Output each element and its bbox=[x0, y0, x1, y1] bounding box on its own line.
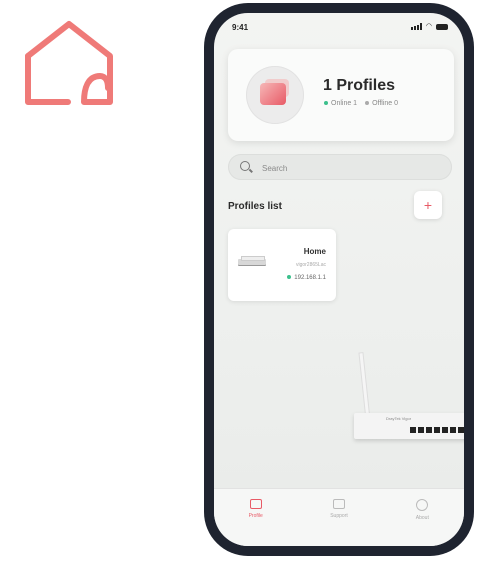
profile-status-summary: Online 1 Offline 0 bbox=[324, 100, 398, 107]
offline-status: Offline 0 bbox=[365, 100, 398, 107]
search-input[interactable] bbox=[260, 160, 434, 176]
tab-about[interactable]: About bbox=[392, 499, 452, 546]
router-ports bbox=[410, 427, 464, 433]
status-bar: 9:41 ◠ bbox=[214, 13, 464, 39]
online-dot-icon bbox=[324, 101, 328, 106]
tab-profile[interactable]: Profile bbox=[226, 499, 286, 546]
phone-frame: 9:41 ◠ 1 Profiles Online 1 Offline 0 Sea… bbox=[204, 3, 474, 556]
status-icons: ◠ bbox=[410, 23, 448, 30]
profile-device-model: vigor2865Lac bbox=[295, 262, 326, 268]
wifi-icon: ◠ bbox=[425, 23, 432, 30]
router-icon bbox=[238, 256, 266, 265]
tab-support[interactable]: Support bbox=[309, 499, 369, 546]
online-status: Online 1 bbox=[324, 100, 357, 107]
tab-label: Support bbox=[330, 513, 348, 519]
profile-summary-card: 1 Profiles Online 1 Offline 0 bbox=[228, 49, 454, 141]
phone-screen: 9:41 ◠ 1 Profiles Online 1 Offline 0 Sea… bbox=[214, 13, 464, 546]
document-icon bbox=[332, 499, 345, 509]
profiles-avatar-icon bbox=[246, 66, 304, 124]
profiles-list-title: Profiles list bbox=[228, 201, 282, 212]
signal-icon bbox=[410, 23, 422, 30]
online-dot-icon bbox=[287, 275, 292, 280]
profile-card-home[interactable]: Home vigor2865Lac 192.168.1.1 bbox=[228, 229, 336, 301]
status-time: 9:41 bbox=[232, 23, 249, 32]
antenna bbox=[359, 353, 369, 416]
folder-icon bbox=[249, 499, 262, 509]
tab-label: About bbox=[415, 515, 429, 521]
info-icon bbox=[416, 499, 429, 511]
offline-dot-icon bbox=[365, 101, 370, 106]
profile-ip: 192.168.1.1 bbox=[287, 275, 326, 281]
tab-label: Profile bbox=[248, 513, 263, 519]
profiles-count-title: 1 Profiles bbox=[323, 77, 396, 94]
battery-icon bbox=[436, 24, 448, 30]
bottom-tab-bar: Profile Support About bbox=[214, 488, 464, 546]
search-bar[interactable] bbox=[228, 154, 452, 180]
profile-name: Home bbox=[303, 247, 326, 256]
router-illustration: DrayTek Vigor bbox=[354, 353, 464, 443]
add-profile-button[interactable]: + bbox=[414, 191, 442, 219]
router-brand-label: DrayTek Vigor bbox=[386, 416, 412, 421]
home-logo-icon bbox=[25, 21, 113, 105]
search-icon bbox=[240, 161, 250, 171]
